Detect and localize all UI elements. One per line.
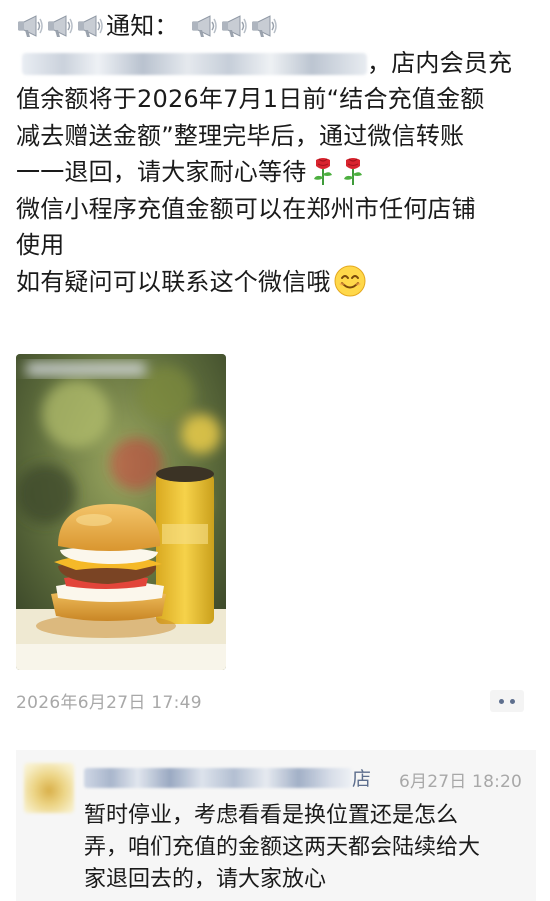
notice-label: 通知：	[106, 12, 179, 40]
notice-heading-line: 通知：	[16, 8, 536, 45]
dot	[510, 699, 515, 704]
megaphone-icon	[190, 13, 218, 39]
megaphone-icon	[76, 13, 104, 39]
post-line-7-text: 如有疑问可以联系这个微信哦	[16, 267, 331, 296]
more-dots-icon[interactable]	[490, 690, 524, 712]
post-line-1-text: ，店内会员充	[367, 48, 513, 77]
post-line-1: ，店内会员充	[16, 45, 536, 82]
post-photo[interactable]	[16, 354, 226, 670]
redacted-text	[22, 52, 367, 75]
comment-line-2: 弄，咱们充值的金额这两天都会陆续给大	[84, 835, 481, 860]
post-line-2: 值余额将于2026年7月1日前“结合充值金额	[16, 85, 485, 113]
post-text: 通知： ，店内会员充 值余额将于2026年7月1日前“结合充值金额 减去赠送金额…	[16, 8, 536, 300]
megaphone-icon	[250, 13, 278, 39]
post-line-3: 减去赠送金额”整理完毕后，通过微信转账	[16, 121, 465, 150]
post-line-4: 一一退回，请大家耐心等待	[16, 154, 536, 191]
comment-line-1: 暂时停业，考虑看看是换位置还是怎么	[84, 803, 459, 828]
comment-timestamp: 6月27日 18:20	[399, 772, 523, 792]
dot	[499, 699, 504, 704]
megaphone-icon	[16, 13, 44, 39]
smile-emoji-icon	[334, 265, 366, 297]
rose-emoji-icon	[310, 156, 336, 186]
post-line-6: 使用	[16, 231, 65, 259]
comment-text: 暂时停业，考虑看看是换位置还是怎么 弄，咱们充值的金额这两天都会陆续给大 家退回…	[84, 800, 530, 896]
rose-emoji-icon	[340, 156, 366, 186]
comment-line-3: 家退回去的，请大家放心	[84, 867, 327, 892]
post-line-4-text: 一一退回，请大家耐心等待	[16, 158, 307, 186]
burger-photo-image	[16, 354, 226, 670]
commenter-name-tail[interactable]: 店	[352, 764, 371, 791]
megaphone-icon	[46, 13, 74, 39]
post-line-5: 微信小程序充值金额可以在郑州市任何店铺	[16, 194, 476, 223]
redacted-commenter-name[interactable]	[84, 768, 352, 788]
avatar[interactable]	[24, 763, 74, 813]
post-timestamp: 2026年6月27日 17:49	[16, 693, 202, 713]
megaphone-icon	[220, 13, 248, 39]
comment-section: 店 6月27日 18:20 暂时停业，考虑看看是换位置还是怎么 弄，咱们充值的金…	[16, 750, 536, 901]
post-line-7: 如有疑问可以联系这个微信哦	[16, 264, 536, 301]
